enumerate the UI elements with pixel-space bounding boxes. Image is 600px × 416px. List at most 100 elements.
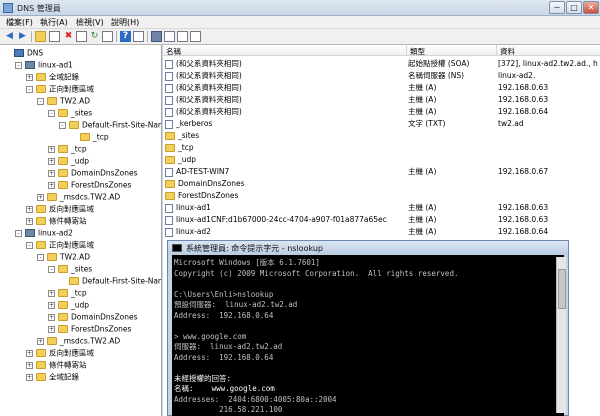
- record-row[interactable]: AD-TEST-WIN7 主機 (A) 192.168.0.67: [163, 166, 600, 178]
- console-tree[interactable]: DNS - linux-ad1 + 全域記錄 - 正向對應區域 - TW2.AD - _sites -…: [0, 45, 162, 416]
- scroll-thumb[interactable]: [558, 269, 566, 309]
- tree-item[interactable]: Default-First-Site-Name: [59, 275, 161, 286]
- column-divider[interactable]: [406, 45, 407, 56]
- expand-toggle[interactable]: +: [37, 193, 44, 201]
- column-data[interactable]: 資料: [500, 46, 515, 57]
- collapse-toggle[interactable]: -: [48, 109, 55, 117]
- tree-item[interactable]: + 反向對應區域: [26, 347, 94, 358]
- record-row[interactable]: (和父系資料夾相同) 主機 (A) 192.168.0.63: [163, 94, 600, 106]
- expand-toggle[interactable]: +: [48, 169, 55, 177]
- tree-item[interactable]: - TW2.AD: [37, 95, 90, 106]
- column-type[interactable]: 類型: [410, 46, 425, 57]
- record-row[interactable]: (和父系資料夾相同) 名稱伺服器 (NS) linux-ad2.: [163, 70, 600, 82]
- show-tree-icon[interactable]: [49, 31, 60, 42]
- collapse-toggle[interactable]: -: [59, 121, 66, 129]
- cmd-scrollbar[interactable]: [556, 257, 566, 413]
- command-prompt-window[interactable]: 系統管理員: 命令提示字元 - nslookup Microsoft Windo…: [167, 240, 569, 416]
- expand-toggle[interactable]: +: [48, 145, 55, 153]
- tree-item[interactable]: + DomainDnsZones: [48, 311, 138, 322]
- tree-item[interactable]: + _tcp: [48, 143, 87, 154]
- tree-item[interactable]: + 條件轉寄站: [26, 359, 87, 370]
- expand-toggle[interactable]: +: [48, 181, 55, 189]
- tree-item[interactable]: - _sites: [48, 263, 92, 274]
- record-row[interactable]: _sites: [163, 130, 600, 142]
- doc-icon[interactable]: [164, 31, 175, 42]
- expand-toggle[interactable]: +: [48, 325, 55, 333]
- collapse-toggle[interactable]: -: [15, 61, 22, 69]
- record-row[interactable]: (和父系資料夾相同) 主機 (A) 192.168.0.63: [163, 82, 600, 94]
- tree-item[interactable]: + ForestDnsZones: [48, 179, 131, 190]
- menu-action[interactable]: 執行(A): [40, 17, 68, 28]
- tree-item[interactable]: + ForestDnsZones: [48, 323, 131, 334]
- expand-toggle[interactable]: +: [26, 361, 33, 369]
- tree-item[interactable]: + _msdcs.TW2.AD: [37, 335, 120, 346]
- collapse-toggle[interactable]: -: [37, 97, 44, 105]
- tree-item[interactable]: + 反向對應區域: [26, 203, 94, 214]
- tree-item[interactable]: - linux-ad2: [15, 227, 73, 238]
- maximize-button[interactable]: □: [566, 1, 582, 14]
- tree-item[interactable]: - TW2.AD: [37, 251, 90, 262]
- record-row[interactable]: ForestDnsZones: [163, 190, 600, 202]
- tree-item[interactable]: - Default-First-Site-Name: [59, 119, 161, 130]
- collapse-toggle[interactable]: -: [15, 229, 22, 237]
- expand-toggle[interactable]: +: [26, 73, 33, 81]
- record-row[interactable]: linux-ad2 主機 (A) 192.168.0.64: [163, 226, 600, 238]
- expand-toggle[interactable]: +: [26, 373, 33, 381]
- menu-help[interactable]: 說明(H): [111, 17, 139, 28]
- doc3-icon[interactable]: [190, 31, 201, 42]
- tree-item[interactable]: + _udp: [48, 155, 89, 166]
- record-row[interactable]: (和父系資料夾相同) 主機 (A) 192.168.0.64: [163, 106, 600, 118]
- help2-icon[interactable]: [133, 31, 144, 42]
- expand-toggle[interactable]: +: [48, 157, 55, 165]
- collapse-toggle[interactable]: -: [26, 85, 33, 93]
- tree-item[interactable]: + DomainDnsZones: [48, 167, 138, 178]
- help-icon[interactable]: ?: [120, 31, 131, 42]
- column-name[interactable]: 名稱: [166, 46, 181, 57]
- tree-item[interactable]: + _tcp: [48, 287, 87, 298]
- expand-toggle[interactable]: +: [48, 301, 55, 309]
- record-row[interactable]: linux-ad1 主機 (A) 192.168.0.63: [163, 202, 600, 214]
- doc2-icon[interactable]: [177, 31, 188, 42]
- tree-item[interactable]: + _msdcs.TW2.AD: [37, 191, 120, 202]
- column-divider[interactable]: [496, 45, 497, 56]
- expand-toggle[interactable]: +: [26, 349, 33, 357]
- tree-item[interactable]: - _sites: [48, 107, 92, 118]
- minimize-button[interactable]: ─: [549, 1, 565, 14]
- up-folder-icon[interactable]: [35, 31, 46, 42]
- record-name-cell: linux-ad1CNF:d1b67000-24cc-4704-a907-f01…: [165, 214, 387, 226]
- close-button[interactable]: ✕: [583, 1, 599, 14]
- record-row[interactable]: (和父系資料夾相同) 起始點授權 (SOA) [372], linux-ad2.tw…: [163, 58, 600, 70]
- collapse-toggle[interactable]: -: [48, 265, 55, 273]
- tree-item[interactable]: - 正向對應區域: [26, 239, 94, 250]
- record-row[interactable]: DomainDnsZones: [163, 178, 600, 190]
- menu-file[interactable]: 檔案(F): [6, 17, 33, 28]
- expand-toggle[interactable]: +: [26, 205, 33, 213]
- export-icon[interactable]: [102, 31, 113, 42]
- collapse-toggle[interactable]: -: [37, 253, 44, 261]
- tree-item[interactable]: + 全域記錄: [26, 71, 79, 82]
- record-row[interactable]: _udp: [163, 154, 600, 166]
- tree-item[interactable]: + _udp: [48, 299, 89, 310]
- refresh-icon[interactable]: ↻: [89, 31, 100, 42]
- record-row[interactable]: linux-ad1CNF:d1b67000-24cc-4704-a907-f01…: [163, 214, 600, 226]
- tree-item[interactable]: DNS: [4, 47, 43, 58]
- expand-toggle[interactable]: +: [48, 289, 55, 297]
- expand-toggle[interactable]: +: [37, 337, 44, 345]
- menu-view[interactable]: 檢視(V): [76, 17, 104, 28]
- record-row[interactable]: _tcp: [163, 142, 600, 154]
- server-icon[interactable]: [151, 31, 162, 42]
- forward-arrow-icon[interactable]: ▶: [17, 31, 28, 42]
- console-output[interactable]: Microsoft Windows [版本 6.1.7601] Copyright…: [172, 255, 564, 416]
- expand-toggle[interactable]: +: [48, 313, 55, 321]
- properties-icon[interactable]: [76, 31, 87, 42]
- tree-item[interactable]: + 全域記錄: [26, 371, 79, 382]
- tree-item[interactable]: - 正向對應區域: [26, 83, 94, 94]
- tree-item[interactable]: _tcp: [70, 131, 109, 142]
- expand-toggle[interactable]: +: [26, 217, 33, 225]
- tree-item[interactable]: - linux-ad1: [15, 59, 73, 70]
- back-arrow-icon[interactable]: ◀: [4, 31, 15, 42]
- collapse-toggle[interactable]: -: [26, 241, 33, 249]
- delete-icon[interactable]: ✖: [63, 31, 74, 42]
- record-row[interactable]: _kerberos 文字 (TXT) tw2.ad: [163, 118, 600, 130]
- tree-item[interactable]: + 條件轉寄站: [26, 215, 87, 226]
